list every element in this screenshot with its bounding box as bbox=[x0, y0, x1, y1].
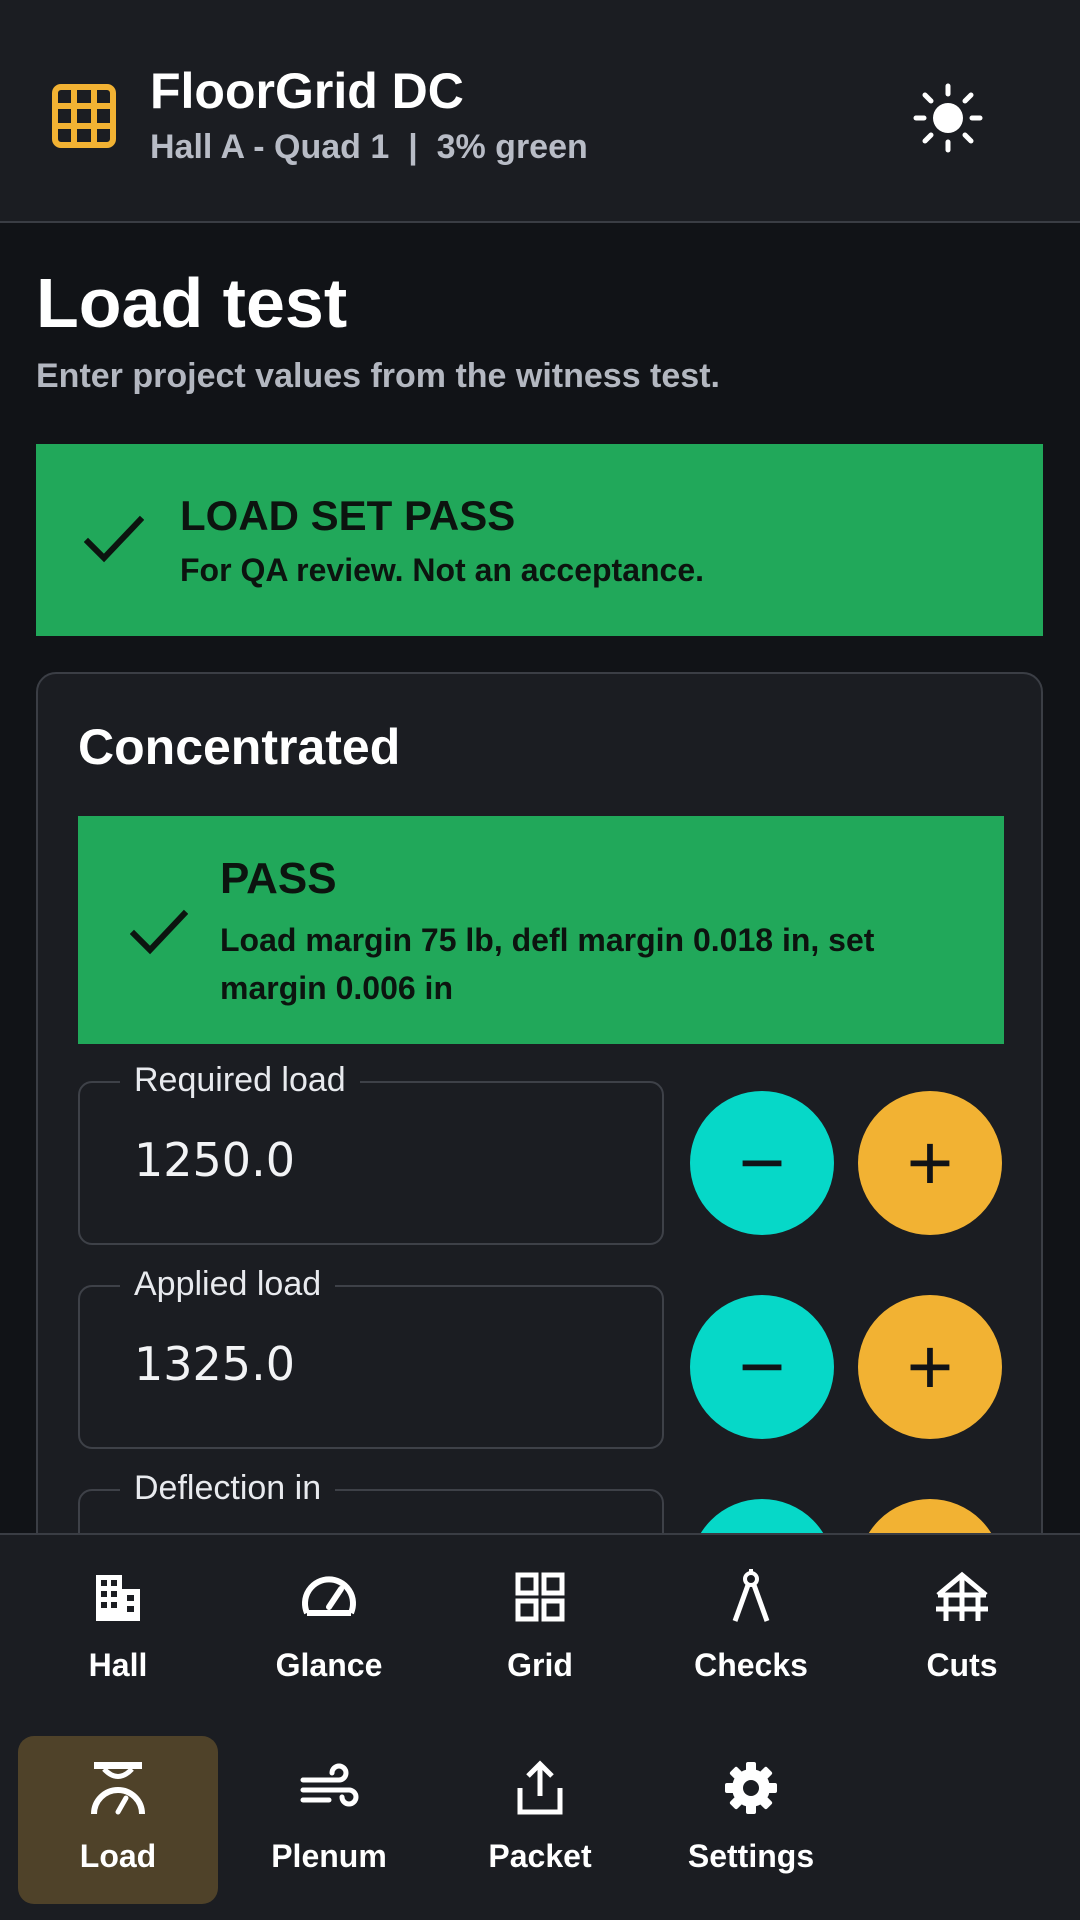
card-title: Concentrated bbox=[78, 719, 401, 775]
nav-label: Settings bbox=[687, 1838, 815, 1874]
applied-load-decrement-button[interactable]: − bbox=[690, 1295, 834, 1439]
grid-view-icon bbox=[515, 1572, 565, 1622]
deflection-increment-button[interactable] bbox=[858, 1499, 1002, 1533]
sun-icon bbox=[913, 83, 983, 153]
nav-label: Plenum bbox=[271, 1838, 387, 1874]
concentrated-status-box: PASS Load margin 75 lb, defl margin 0.01… bbox=[78, 816, 1004, 1044]
required-load-increment-button[interactable]: + bbox=[858, 1091, 1002, 1235]
scale-icon bbox=[91, 1762, 145, 1815]
plus-icon: + bbox=[906, 1118, 954, 1207]
banner-text: For QA review. Not an acceptance. bbox=[180, 552, 705, 588]
app-title: FloorGrid DC bbox=[150, 63, 464, 119]
nav-item-hall[interactable]: Hall bbox=[18, 1545, 218, 1713]
minus-icon: − bbox=[738, 1118, 786, 1207]
nav-label: Hall bbox=[88, 1647, 148, 1683]
page-title: Load test bbox=[36, 264, 348, 342]
nav-label: Grid bbox=[507, 1647, 573, 1683]
nav-label: Cuts bbox=[926, 1647, 998, 1683]
nav-item-glance[interactable]: Glance bbox=[229, 1545, 429, 1713]
nav-item-cuts[interactable]: Cuts bbox=[862, 1545, 1062, 1713]
concentrated-card: Concentrated PASS Load margin 75 lb, def… bbox=[36, 672, 1043, 1533]
applied-load-field[interactable]: Applied load bbox=[78, 1265, 664, 1449]
app-subtitle: Hall A - Quad 1 | 3% green bbox=[150, 128, 588, 166]
cuts-icon bbox=[936, 1571, 988, 1621]
nav-label: Packet bbox=[488, 1838, 592, 1874]
nav-item-plenum[interactable]: Plenum bbox=[229, 1736, 429, 1904]
nav-label: Glance bbox=[275, 1647, 383, 1683]
nav-item-settings[interactable]: Settings bbox=[651, 1736, 851, 1904]
status-text: Load margin 75 lb, defl margin 0.018 in,… bbox=[220, 922, 875, 1006]
nav-label: Checks bbox=[694, 1647, 808, 1683]
banner-title: LOAD SET PASS bbox=[180, 492, 516, 539]
top-app-bar: FloorGrid DC Hall A - Quad 1 | 3% green bbox=[0, 0, 1080, 223]
required-load-input[interactable] bbox=[134, 1133, 634, 1187]
theme-toggle-button[interactable] bbox=[908, 78, 988, 158]
required-load-decrement-button[interactable]: − bbox=[690, 1091, 834, 1235]
field-label: Required load bbox=[120, 1061, 360, 1100]
share-icon bbox=[517, 1760, 563, 1815]
nav-item-load[interactable]: Load bbox=[18, 1736, 218, 1904]
required-load-field[interactable]: Required load bbox=[78, 1061, 664, 1245]
status-title: PASS bbox=[220, 854, 337, 903]
applied-load-increment-button[interactable]: + bbox=[858, 1295, 1002, 1439]
minus-icon: − bbox=[738, 1322, 786, 1411]
nav-item-grid[interactable]: Grid bbox=[440, 1545, 640, 1713]
check-icon bbox=[130, 909, 188, 955]
gear-icon bbox=[725, 1762, 777, 1814]
gauge-icon bbox=[302, 1576, 356, 1616]
wind-icon bbox=[300, 1763, 359, 1807]
deflection-decrement-button[interactable] bbox=[690, 1499, 834, 1533]
nav-item-packet[interactable]: Packet bbox=[440, 1736, 640, 1904]
grid-icon bbox=[52, 84, 116, 148]
nav-item-checks[interactable]: Checks bbox=[651, 1545, 851, 1713]
deflection-field[interactable]: Deflection in bbox=[78, 1469, 664, 1533]
compass-icon bbox=[732, 1569, 770, 1622]
load-set-status-banner: LOAD SET PASS For QA review. Not an acce… bbox=[36, 444, 1043, 636]
field-label: Applied load bbox=[120, 1265, 336, 1304]
building-icon bbox=[96, 1575, 140, 1621]
check-icon bbox=[84, 515, 144, 563]
bottom-navigation: Hall Glance Grid Checks Cuts Load Plenum… bbox=[0, 1533, 1080, 1920]
field-label: Deflection in bbox=[120, 1469, 336, 1508]
plus-icon: + bbox=[906, 1322, 954, 1411]
page-description: Enter project values from the witness te… bbox=[36, 357, 720, 395]
app-root: FloorGrid DC Hall A - Quad 1 | 3% green … bbox=[0, 0, 1080, 1920]
applied-load-input[interactable] bbox=[134, 1337, 634, 1391]
main-content[interactable]: Load test Enter project values from the … bbox=[0, 225, 1080, 1533]
nav-label: Load bbox=[79, 1838, 157, 1874]
